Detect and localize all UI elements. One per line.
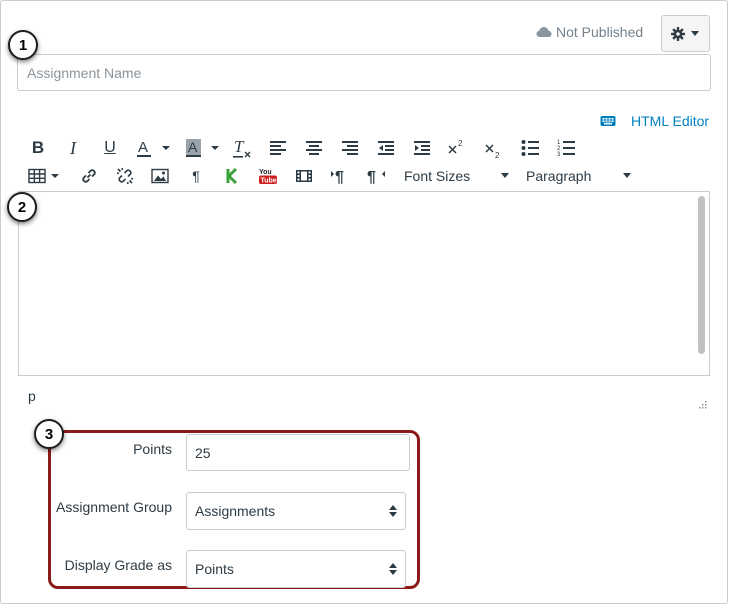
clear-formatting-icon: T: [233, 137, 251, 158]
text-color-icon: A: [137, 139, 170, 157]
italic-button[interactable]: I: [63, 136, 83, 160]
align-left-icon: [270, 141, 286, 155]
clear-formatting-button[interactable]: T: [231, 136, 255, 160]
indent-button[interactable]: [412, 136, 432, 160]
assignment-group-value: Assignments: [195, 503, 276, 519]
link-button[interactable]: [79, 164, 99, 188]
align-left-button[interactable]: [268, 136, 288, 160]
bullet-list-button[interactable]: [520, 136, 540, 160]
underline-button[interactable]: U: [100, 136, 120, 160]
numbered-list-icon: 123: [557, 140, 575, 157]
svg-text:¶: ¶: [367, 169, 376, 185]
svg-text:A: A: [188, 139, 198, 155]
points-input[interactable]: [186, 434, 410, 471]
bold-icon: B: [31, 138, 45, 157]
caret-down-icon: [623, 173, 631, 178]
display-grade-label: Display Grade as: [64, 557, 172, 573]
display-grade-value: Points: [195, 561, 234, 577]
subscript-icon: 2: [485, 144, 500, 160]
svg-text:¶: ¶: [335, 169, 344, 185]
youtube-icon: You Tube: [259, 169, 277, 184]
points-label: Points: [133, 441, 172, 457]
assignment-name-input[interactable]: [17, 54, 711, 91]
subscript-button[interactable]: 2: [484, 138, 504, 162]
background-color-button[interactable]: A: [183, 136, 223, 160]
resize-handle-icon[interactable]: [697, 399, 707, 409]
svg-text:T: T: [234, 137, 245, 156]
svg-text:Tube: Tube: [261, 177, 277, 184]
gear-icon: [671, 26, 685, 41]
publish-status-label: Not Published: [556, 24, 644, 40]
caret-down-icon: [501, 173, 509, 178]
publish-status: Not Published: [536, 23, 643, 41]
paragraph-dropdown[interactable]: Paragraph: [526, 164, 632, 188]
indent-icon: [414, 141, 430, 155]
paragraph-format-label: Paragraph: [526, 168, 592, 184]
unlink-icon: [116, 167, 134, 185]
media-icon: [296, 170, 312, 182]
superscript-icon: 2: [448, 139, 463, 154]
text-color-button[interactable]: A: [134, 136, 174, 160]
outdent-button[interactable]: [376, 136, 396, 160]
display-grade-select[interactable]: Points: [186, 550, 406, 588]
callout-badge-2: 2: [7, 192, 37, 222]
background-color-icon: A: [186, 139, 219, 157]
bold-button[interactable]: B: [28, 136, 48, 160]
align-right-button[interactable]: [340, 136, 360, 160]
numbered-list-button[interactable]: 123: [556, 136, 576, 160]
paragraph-mark-button[interactable]: ¶: [187, 164, 205, 188]
editor-status-path: p: [28, 388, 36, 404]
ltr-icon: ¶: [331, 169, 344, 185]
rtl-icon: ¶: [367, 169, 385, 185]
align-center-button[interactable]: [304, 136, 324, 160]
bullet-list-icon: [521, 140, 539, 156]
table-button[interactable]: [28, 164, 62, 188]
editor-scrollbar[interactable]: [698, 196, 705, 354]
table-icon: [28, 168, 59, 184]
underline-icon: U: [104, 139, 116, 156]
html-editor-link[interactable]: HTML Editor: [600, 113, 709, 129]
paragraph-mark-icon: ¶: [192, 168, 200, 184]
cloud-icon: [536, 27, 552, 37]
ltr-button[interactable]: ¶: [330, 164, 350, 188]
settings-menu-button[interactable]: [661, 15, 710, 52]
svg-text:A: A: [138, 139, 148, 156]
html-editor-label: HTML Editor: [631, 113, 710, 129]
select-arrows-icon: [389, 563, 397, 575]
svg-text:2: 2: [458, 139, 463, 148]
assignment-group-select[interactable]: Assignments: [186, 492, 406, 530]
font-sizes-label: Font Sizes: [404, 168, 471, 184]
outdent-icon: [378, 141, 394, 155]
font-sizes-dropdown[interactable]: Font Sizes: [404, 164, 510, 188]
callout-badge-3: 3: [34, 419, 64, 449]
link-icon: [82, 169, 96, 183]
svg-text:3: 3: [557, 152, 561, 157]
italic-icon: I: [70, 137, 76, 158]
youtube-button[interactable]: You Tube: [257, 164, 279, 188]
superscript-button[interactable]: 2: [447, 136, 467, 160]
rtl-button[interactable]: ¶: [366, 164, 386, 188]
kaltura-button[interactable]: [222, 164, 240, 188]
rich-content-editor[interactable]: [18, 191, 710, 376]
image-icon: [151, 168, 169, 184]
caret-down-icon: [691, 30, 699, 36]
keyboard-icon: [600, 116, 616, 126]
svg-text:2: 2: [495, 151, 500, 160]
unlink-button[interactable]: [115, 164, 135, 188]
media-button[interactable]: [294, 164, 314, 188]
align-right-icon: [342, 141, 358, 155]
align-center-icon: [306, 141, 322, 155]
image-button[interactable]: [150, 164, 170, 188]
kaltura-icon: [226, 168, 238, 184]
select-arrows-icon: [389, 505, 397, 517]
svg-text:You: You: [259, 169, 272, 176]
assignment-group-label: Assignment Group: [56, 499, 172, 515]
callout-badge-1: 1: [8, 30, 38, 60]
